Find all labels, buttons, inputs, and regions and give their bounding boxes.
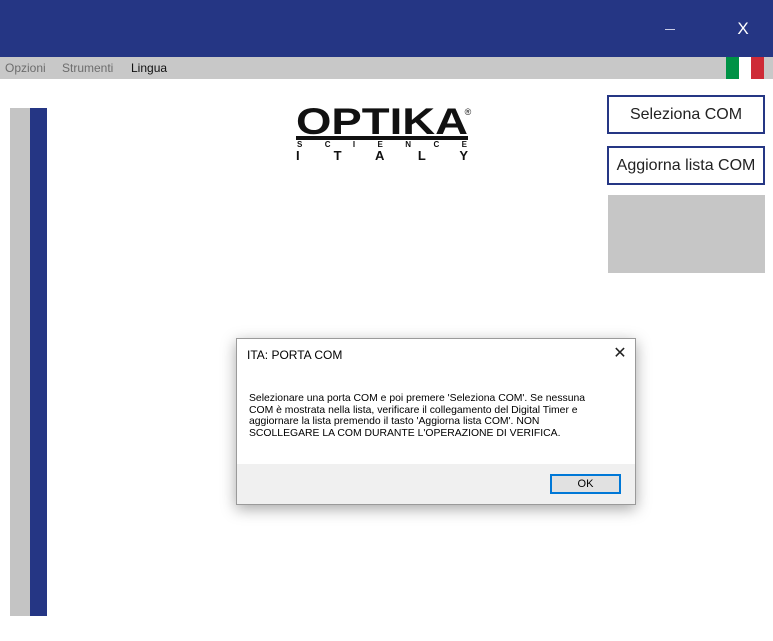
left-progress-track [10,108,30,616]
logo-registered-mark: ® [465,107,472,117]
flag-stripe-green [726,57,739,79]
dialog-close-icon[interactable]: ✕ [609,343,631,365]
menu-item-lingua[interactable]: Lingua [131,57,167,79]
italian-flag-icon[interactable] [726,57,765,79]
logo-italy-text: I T A L Y [296,148,468,163]
com-list-panel[interactable] [608,195,765,273]
dialog-footer: OK [237,464,635,504]
dialog-message-line: COM è mostrata nella lista, verificare i… [249,404,578,416]
dialog-message-line: Selezionare una porta COM e poi premere … [249,393,586,404]
dialog-message: Selezionare una porta COM e poi premere … [249,393,624,439]
close-window-button[interactable]: X [725,14,761,44]
refresh-com-list-button[interactable]: Aggiorna lista COM [607,146,765,185]
menu-item-strumenti[interactable]: Strumenti [62,57,113,79]
menu-item-opzioni[interactable]: Opzioni [5,57,46,79]
dialog-message-line: aggiornare la lista premendo il tasto 'A… [249,416,540,427]
ok-button[interactable]: OK [550,474,621,494]
left-progress-bar [30,108,47,616]
dialog-title: ITA: PORTA COM [247,348,343,362]
menu-bar: Opzioni Strumenti Lingua [0,57,773,79]
flag-stripe-red [751,57,765,79]
select-com-button[interactable]: Seleziona COM [607,95,765,134]
flag-stripe-white [738,57,752,79]
optika-logo: OPTIKA ® S C I E N C E I T A L Y [296,103,472,163]
title-bar: − X [0,0,773,57]
minimize-button[interactable]: − [652,14,688,44]
com-port-dialog: ITA: PORTA COM ✕ Selezionare una porta C… [236,338,636,505]
dialog-message-line: SCOLLEGARE LA COM DURANTE L'OPERAZIONE D… [249,427,561,439]
